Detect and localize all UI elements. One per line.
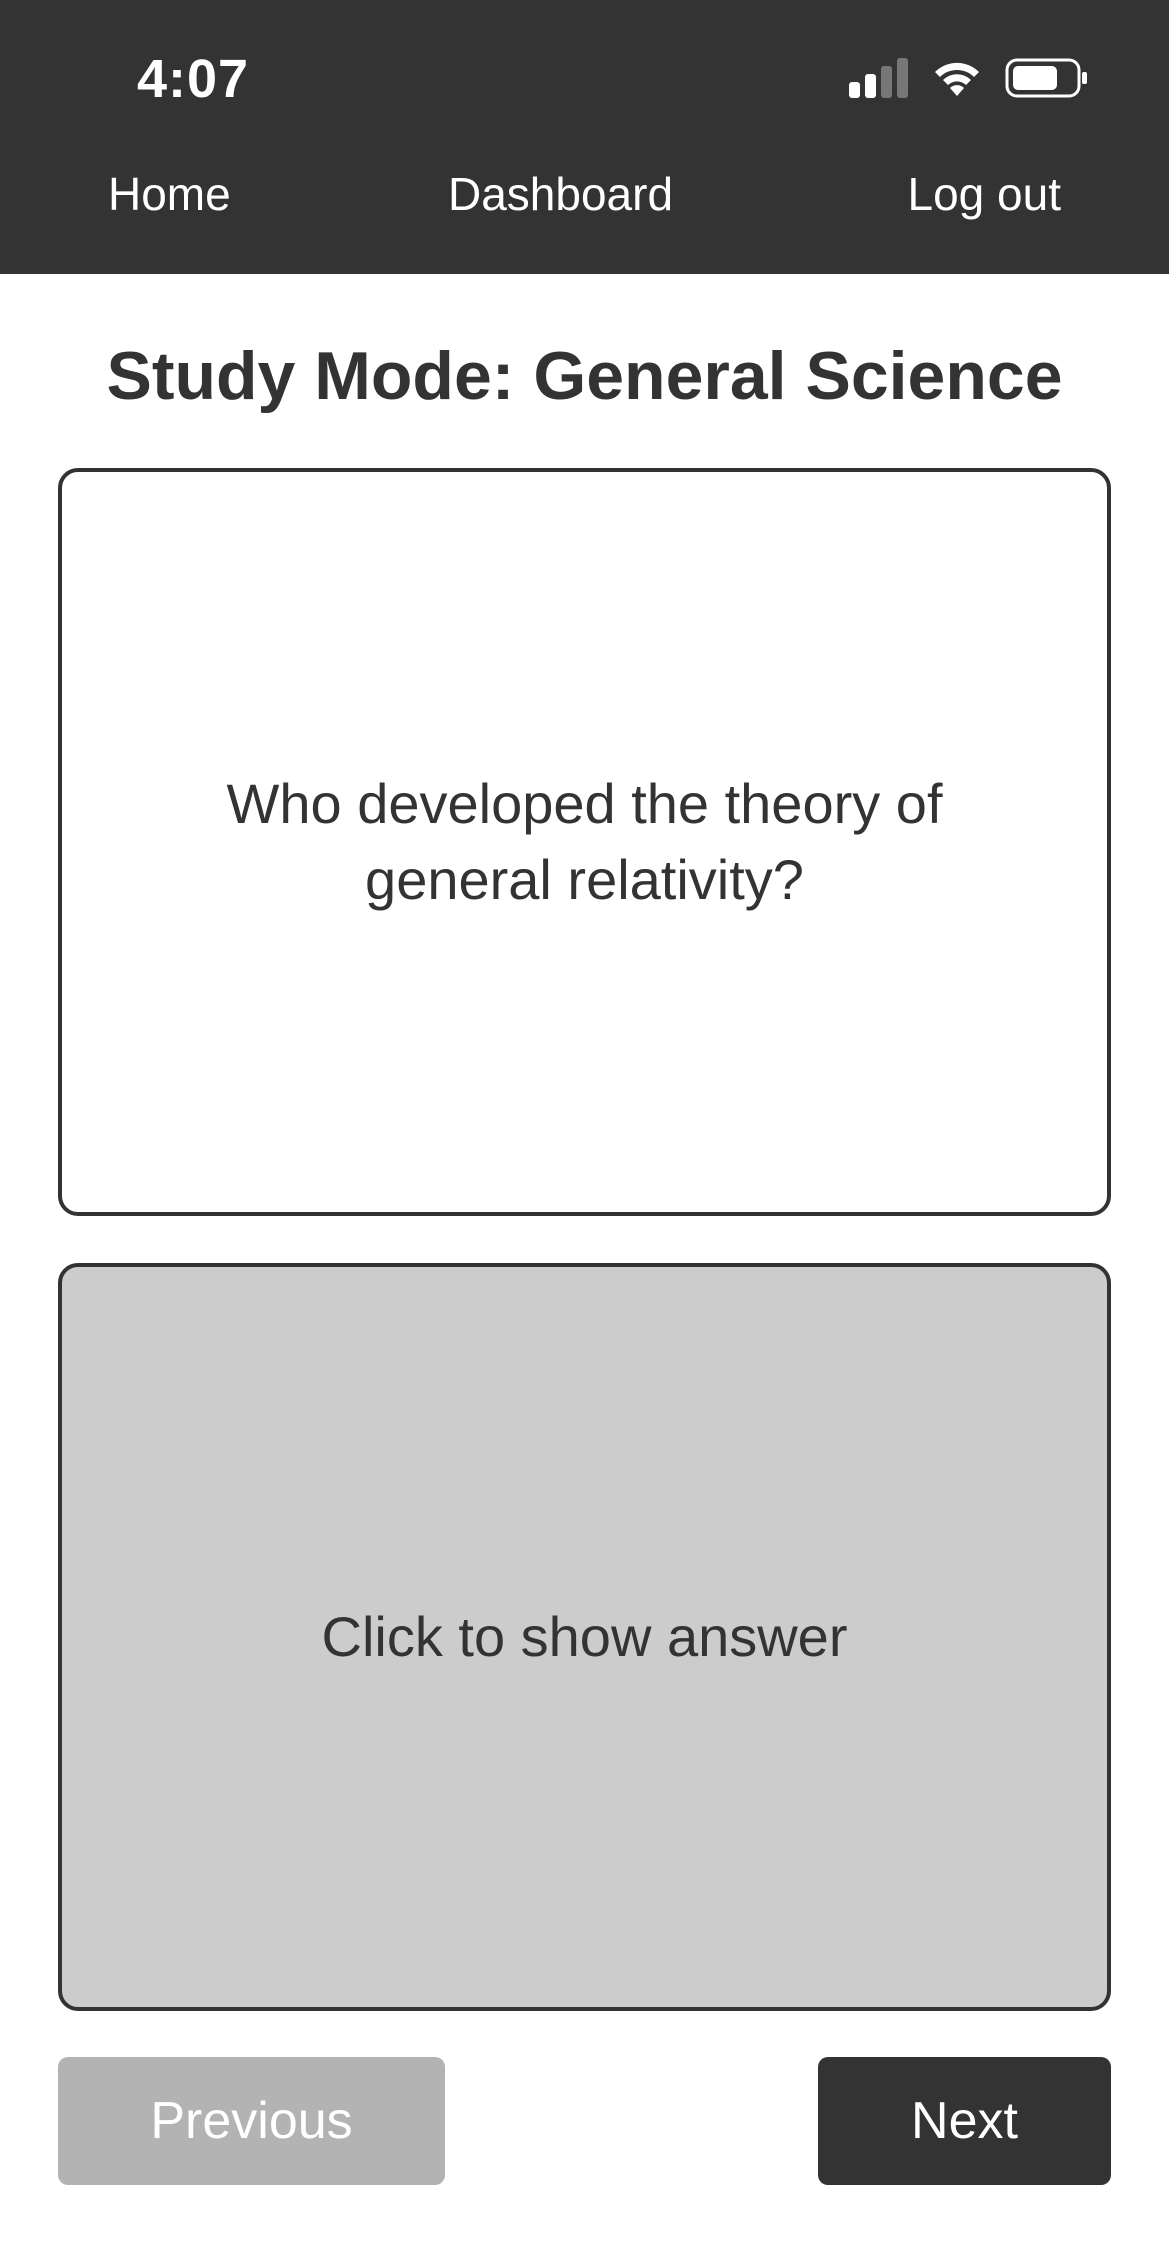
nav-logout-link[interactable]: Log out xyxy=(908,164,1061,224)
cellular-signal-icon xyxy=(849,58,908,98)
status-time: 4:07 xyxy=(137,49,250,109)
answer-prompt: Click to show answer xyxy=(321,1605,848,1668)
previous-button[interactable]: Previous xyxy=(58,2057,445,2185)
nav-dashboard-link[interactable]: Dashboard xyxy=(448,164,673,224)
answer-card[interactable]: Click to show answer xyxy=(58,1263,1111,2011)
page-title: Study Mode: General Science xyxy=(106,338,1063,414)
question-card: Who developed the theory of general rela… xyxy=(58,468,1111,1216)
next-button[interactable]: Next xyxy=(818,2057,1111,2185)
status-icons xyxy=(849,56,1089,100)
battery-icon xyxy=(1005,58,1087,98)
wifi-icon xyxy=(935,62,979,96)
nav-home-link[interactable]: Home xyxy=(108,164,231,224)
main-nav: Home Dashboard Log out xyxy=(0,164,1169,224)
question-text: Who developed the theory of general rela… xyxy=(226,772,943,911)
top-bar: 4:07 Home Dashboard Log out xyxy=(0,0,1169,274)
